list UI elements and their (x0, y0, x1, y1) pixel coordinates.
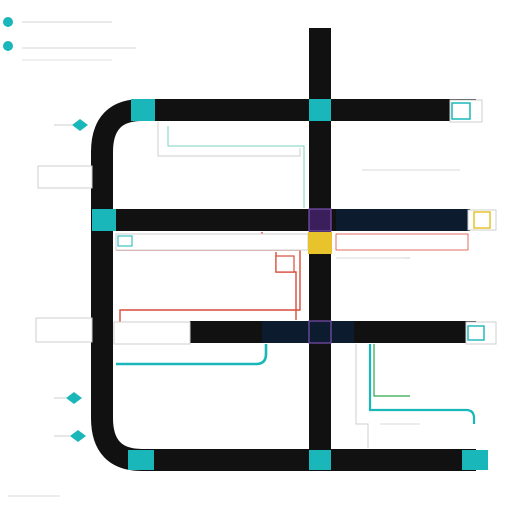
station-mid-right[interactable] (473, 211, 491, 229)
navy-segment-mid (336, 209, 470, 231)
connector-teal-2 (368, 344, 476, 424)
navy-segment-lower (262, 321, 354, 343)
stations (92, 99, 491, 470)
station-top-left[interactable] (131, 99, 155, 121)
station-hub[interactable] (308, 232, 332, 254)
station-bottom-right[interactable] (462, 450, 488, 470)
station-mid-center[interactable] (308, 208, 332, 232)
diamond-marker-3 (70, 430, 86, 442)
diamond-marker-1 (72, 119, 88, 131)
legend (3, 17, 136, 61)
connector-gray-top (157, 122, 301, 157)
diamond-marker-2 (66, 392, 82, 404)
legend-teal-dot (3, 17, 13, 27)
connector-gray-2 (355, 344, 369, 448)
station-mid-left[interactable] (92, 209, 116, 231)
station-hub-branch[interactable] (275, 255, 295, 273)
legend-teal-dot-2 (3, 41, 13, 51)
connector-green-top (167, 126, 305, 208)
label-box-left-upper (37, 165, 93, 189)
connector-green-1 (373, 344, 410, 397)
transit-map (0, 0, 512, 512)
connector-teal-1 (116, 344, 268, 366)
station-top-right[interactable] (451, 102, 471, 120)
station-small-mid-left[interactable] (117, 235, 133, 247)
map-canvas (3, 17, 497, 497)
label-box-mid (115, 233, 309, 251)
station-lower-center[interactable] (308, 320, 332, 344)
station-top-center[interactable] (309, 99, 331, 121)
station-bottom-center[interactable] (309, 450, 331, 470)
connector-lines (116, 122, 476, 448)
station-bottom-left[interactable] (128, 450, 154, 470)
label-box-left-lower (35, 317, 93, 343)
label-box-lower-left (113, 321, 191, 345)
station-lower-right[interactable] (467, 325, 485, 341)
track-loop (91, 99, 476, 471)
label-box-mid-right (335, 233, 469, 251)
